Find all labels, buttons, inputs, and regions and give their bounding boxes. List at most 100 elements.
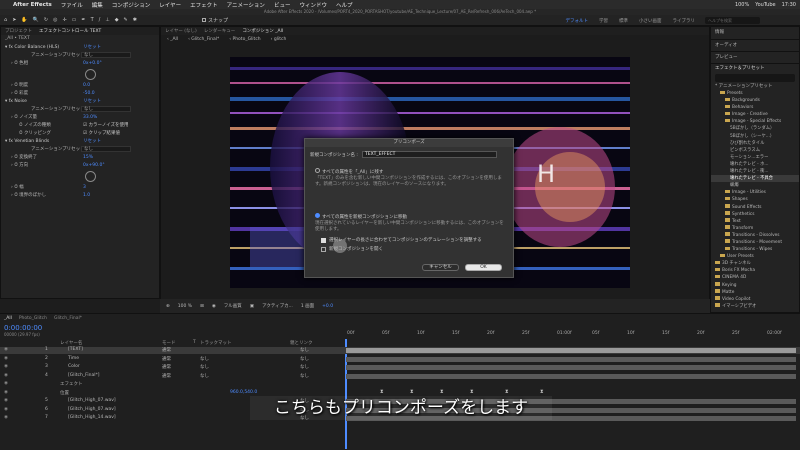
tab-project[interactable]: プロジェクト	[5, 28, 32, 34]
magnify-icon[interactable]: ⊕	[166, 304, 170, 309]
mode-select[interactable]: 通常	[162, 373, 171, 379]
parent-select[interactable]: なし	[300, 364, 309, 370]
menu-item[interactable]: ファイル	[61, 1, 83, 9]
layer-bar[interactable]	[346, 365, 796, 370]
open-comp-checkbox[interactable]: 新規コンポジションを開く	[321, 246, 383, 252]
stamp-tool-icon[interactable]: ⊥	[105, 17, 109, 23]
layer-row[interactable]: ◉ 2 Time 通常 なし なし	[0, 356, 800, 363]
tree-item[interactable]: ピンボスラスム	[711, 147, 799, 154]
menu-item[interactable]: ヘルプ	[336, 1, 353, 9]
tree-item[interactable]: 5Bぼかし（シーケ...）	[711, 133, 799, 140]
eye-icon[interactable]: ◉	[4, 390, 8, 395]
tab-layer[interactable]: レイヤー (なし)	[165, 28, 197, 34]
workspace-tab[interactable]: デフォルト	[566, 18, 589, 24]
layer-name[interactable]: [TEXT]	[68, 347, 83, 352]
rotate-tool-icon[interactable]: ↻	[44, 17, 48, 23]
eye-icon[interactable]: ◉	[4, 356, 8, 361]
breadcrumb-item[interactable]: ‹ Glitch_Final*	[188, 37, 219, 42]
pin-tool-icon[interactable]: ✱	[133, 17, 137, 23]
selection-tool-icon[interactable]: ➤	[12, 17, 16, 23]
option-leave-attributes[interactable]: すべての属性を「_All」に残す 「TEXT」のみを含む新しい中間コンポジション…	[315, 168, 505, 188]
preset-dropdown[interactable]: なし	[81, 146, 131, 152]
brush-tool-icon[interactable]: /	[99, 17, 101, 23]
menu-item[interactable]: エフェクト	[190, 1, 218, 9]
camera-snapshot-icon[interactable]: ◉	[212, 304, 216, 309]
radio-move-icon[interactable]	[315, 213, 320, 218]
preset-dropdown[interactable]: なし	[81, 52, 131, 58]
keyframe-icon[interactable]: ⧗	[505, 389, 509, 395]
tree-item[interactable]: 壊れたテレビ - 衝...	[711, 168, 799, 175]
tree-item[interactable]: Keying	[711, 282, 799, 289]
tree-item[interactable]: Sound Effects	[711, 204, 799, 211]
region-icon[interactable]: ▣	[250, 304, 254, 309]
pan-behind-icon[interactable]: ✛	[62, 17, 66, 23]
eye-icon[interactable]: ◉	[4, 398, 8, 403]
parent-select[interactable]: なし	[300, 347, 309, 353]
breadcrumb-item[interactable]: ‹ glitch	[271, 37, 287, 42]
audio-panel-tab[interactable]: オーディオ	[711, 39, 799, 51]
layer-name[interactable]: 位置	[60, 390, 69, 396]
angle-dial-icon[interactable]	[85, 171, 96, 182]
tree-item[interactable]: Image - Creative	[711, 111, 799, 118]
parent-select[interactable]: なし	[300, 373, 309, 379]
radio-leave-icon[interactable]	[315, 168, 320, 173]
timeline-tab[interactable]: Glitch_Final*	[54, 316, 82, 321]
eye-icon[interactable]: ◉	[4, 381, 8, 386]
info-panel-tab[interactable]: 情報	[711, 27, 799, 39]
workspace-tab[interactable]: 学習	[599, 18, 608, 24]
tree-item[interactable]: ひび割れたタイル	[711, 140, 799, 147]
layer-name[interactable]: [Glitch_High_07.wav]	[68, 398, 116, 403]
tree-item[interactable]: Transitions - Movement	[711, 239, 799, 246]
position-value[interactable]: 960.0,540.0	[230, 390, 257, 395]
tree-item[interactable]: イマーシブビデオ	[711, 303, 799, 310]
layer-name[interactable]: [Glitch_High_14.wav]	[68, 415, 116, 420]
breadcrumb-item[interactable]: ‹ Photo_Glitch	[229, 37, 260, 42]
tab-composition[interactable]: コンポジション _All	[242, 28, 283, 34]
mode-select[interactable]: 通常	[162, 364, 171, 370]
timeline-tab[interactable]: _All	[4, 316, 12, 321]
roto-tool-icon[interactable]: ✎	[124, 17, 128, 23]
workspace-tab[interactable]: ライブラリ	[673, 18, 696, 24]
eye-icon[interactable]: ◉	[4, 415, 8, 420]
trkmat-select[interactable]: なし	[200, 364, 209, 370]
comp-name-input[interactable]: TEXT_EFFECT	[362, 151, 497, 158]
keyframe-icon[interactable]: ⧗	[440, 389, 444, 395]
tree-item[interactable]: Matte	[711, 289, 799, 296]
views-select[interactable]: 1 画面	[301, 303, 314, 309]
app-menu[interactable]: After Effects	[13, 2, 52, 8]
tree-item[interactable]: モーション...エラー	[711, 154, 799, 161]
breadcrumb-item[interactable]: ‹ _All	[167, 37, 178, 42]
eye-icon[interactable]: ◉	[4, 373, 8, 378]
checkbox-empty-icon[interactable]	[321, 246, 326, 252]
effect-reset[interactable]: リセット	[83, 44, 101, 50]
eye-icon[interactable]: ◉	[4, 364, 8, 369]
tree-item[interactable]: Backgrounds	[711, 97, 799, 104]
property-value[interactable]: 33.0%	[83, 115, 97, 120]
property-value[interactable]: 15%	[83, 155, 93, 160]
layer-name[interactable]: Time	[68, 356, 79, 361]
eraser-tool-icon[interactable]: ◆	[115, 17, 119, 23]
timeline-tab[interactable]: Photo_Glitch	[19, 316, 47, 321]
layer-row[interactable]: ◉ 3 Color 通常 なし なし	[0, 364, 800, 371]
tree-item[interactable]: Image - Special Effects	[711, 118, 799, 125]
time-ruler[interactable]: 00f 05f 10f 15f 20f 25f 01:00f 05f 10f 15f 20f 25f 0…	[345, 331, 800, 339]
property-value[interactable]: 0.0	[83, 83, 90, 88]
tree-item[interactable]: 3D チャンネル	[711, 260, 799, 267]
camera-select[interactable]: アクティブカ...	[262, 303, 293, 309]
menu-item[interactable]: レイヤー	[159, 1, 181, 9]
menu-item[interactable]: コンポジション	[112, 1, 151, 9]
effects-search-input[interactable]	[715, 74, 795, 82]
mode-select[interactable]: 通常	[162, 356, 171, 362]
property-value[interactable]: 1.0	[83, 193, 90, 198]
effect-name[interactable]: ▾ fx Color Balance (HLS)	[5, 45, 59, 50]
effect-name[interactable]: ▾ fx Noise	[5, 99, 27, 104]
property-value[interactable]: -50.0	[83, 91, 95, 96]
effects-presets-title[interactable]: エフェクト＆プリセット	[711, 63, 799, 73]
tree-item[interactable]: Image - Utilities	[711, 189, 799, 196]
menu-item[interactable]: ビュー	[274, 1, 291, 9]
tree-item[interactable]: Video Copilot	[711, 296, 799, 303]
resolution-select[interactable]: フル画質	[224, 303, 242, 309]
keyframe-icon[interactable]: ⧗	[470, 389, 474, 395]
tree-item[interactable]: Shapes	[711, 196, 799, 203]
layer-name[interactable]: [Glitch_Final*]	[68, 373, 99, 378]
